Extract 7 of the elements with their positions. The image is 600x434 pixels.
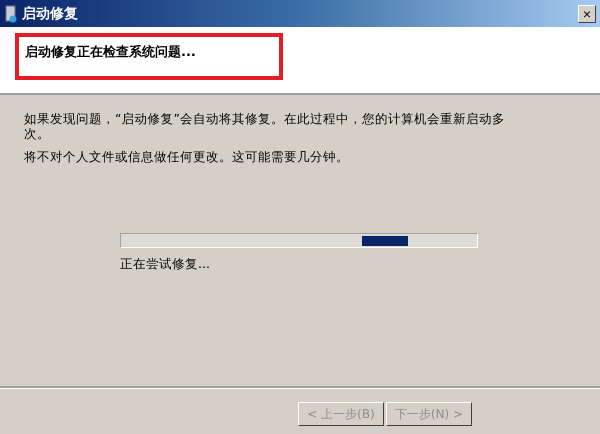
- header-title: 启动修复正在检查系统问题...: [25, 45, 196, 60]
- window-title: 启动修复: [22, 4, 79, 22]
- description-text: 如果发现问题，“启动修复”会自动将其修复。在此过程中，您的计算机会重新启动多次。: [24, 111, 506, 141]
- close-button[interactable]: ×: [578, 4, 596, 22]
- status-text: 正在尝试修复...: [120, 256, 211, 273]
- description-text: 将不对个人文件或信息做任何更改。这可能需要几分钟。: [24, 149, 350, 164]
- drive-icon: [4, 4, 18, 22]
